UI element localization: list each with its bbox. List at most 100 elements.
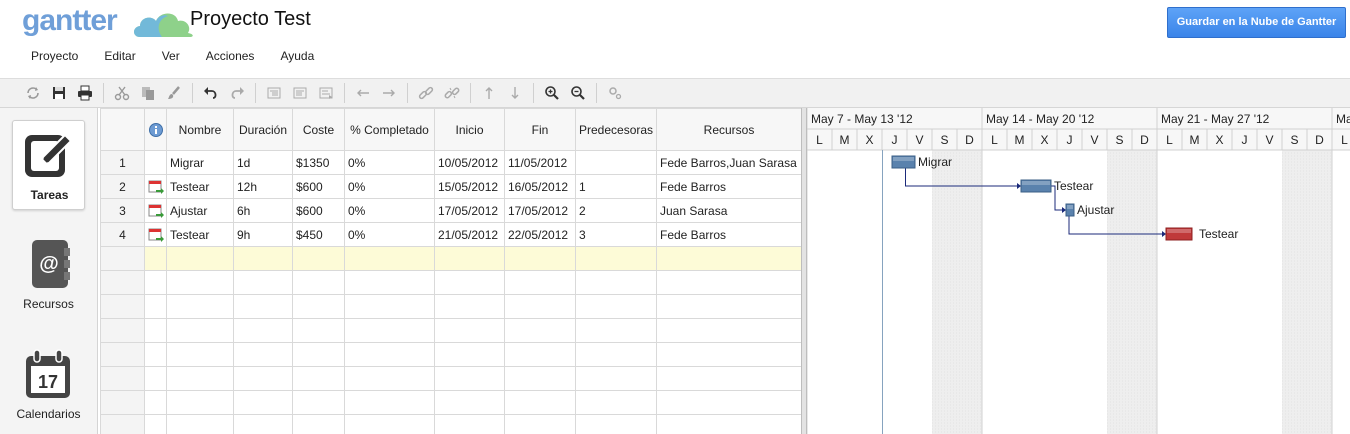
cell-fin[interactable]: 22/05/2012 [504, 222, 576, 247]
cell-completado[interactable]: 0% [344, 150, 435, 175]
header-inicio[interactable]: Inicio [434, 108, 505, 151]
header-info[interactable] [144, 108, 167, 151]
empty-cell[interactable] [504, 414, 576, 434]
cell-inicio[interactable]: 15/05/2012 [434, 174, 505, 199]
cell-completado[interactable]: 0% [344, 222, 435, 247]
header-completado[interactable]: % Completado [344, 108, 435, 151]
outdent-icon[interactable] [287, 82, 313, 104]
table-row[interactable]: 2 Testear 12h $600 0% 15/05/2012 16/05/2… [100, 174, 801, 199]
arrow-up-icon[interactable] [476, 82, 502, 104]
cell-duracion[interactable]: 6h [233, 198, 293, 223]
zoom-in-icon[interactable] [539, 82, 565, 104]
cell-duracion[interactable]: 12h [233, 174, 293, 199]
cell-recursos[interactable]: Fede Barros [656, 174, 801, 199]
paint-icon[interactable] [161, 82, 187, 104]
empty-cell[interactable] [144, 294, 167, 319]
cell-coste[interactable]: $600 [292, 174, 345, 199]
cell-inicio[interactable]: 21/05/2012 [434, 222, 505, 247]
empty-cell[interactable] [344, 366, 435, 391]
cell-fin[interactable]: 16/05/2012 [504, 174, 576, 199]
empty-cell[interactable] [656, 414, 801, 434]
empty-row[interactable] [100, 366, 801, 391]
empty-cell[interactable] [656, 342, 801, 367]
empty-cell[interactable] [166, 390, 234, 415]
empty-cell[interactable] [656, 366, 801, 391]
empty-row[interactable] [100, 270, 801, 295]
cell-predecesoras[interactable]: 1 [575, 174, 657, 199]
empty-cell[interactable] [434, 390, 505, 415]
empty-cell[interactable] [166, 342, 234, 367]
empty-cell[interactable] [292, 390, 345, 415]
cell-recursos[interactable]: Fede Barros,Juan Sarasa [656, 150, 801, 175]
empty-cell[interactable] [233, 390, 293, 415]
empty-cell[interactable] [575, 414, 657, 434]
save-to-cloud-button[interactable]: Guardar en la Nube de Gantter [1167, 7, 1346, 38]
refresh-icon[interactable] [20, 82, 46, 104]
empty-cell[interactable] [166, 294, 234, 319]
empty-cell[interactable] [144, 390, 167, 415]
project-title[interactable]: Proyecto Test [190, 8, 311, 31]
empty-cell[interactable] [144, 414, 167, 434]
empty-row[interactable] [100, 318, 801, 343]
empty-cell[interactable] [292, 270, 345, 295]
cell-predecesoras[interactable] [575, 150, 657, 175]
empty-cell[interactable] [434, 318, 505, 343]
cell-coste[interactable]: $450 [292, 222, 345, 247]
cell-inicio[interactable]: 10/05/2012 [434, 150, 505, 175]
empty-cell[interactable] [166, 366, 234, 391]
empty-cell[interactable] [233, 270, 293, 295]
empty-cell[interactable] [434, 414, 505, 434]
empty-cell[interactable] [166, 246, 234, 271]
empty-cell[interactable] [504, 318, 576, 343]
cell-duracion[interactable]: 1d [233, 150, 293, 175]
empty-cell[interactable] [434, 246, 505, 271]
empty-row[interactable] [100, 294, 801, 319]
empty-cell[interactable] [504, 270, 576, 295]
table-row[interactable]: 4 Testear 9h $450 0% 21/05/2012 22/05/20… [100, 222, 801, 247]
cell-fin[interactable]: 11/05/2012 [504, 150, 576, 175]
cell-fin[interactable]: 17/05/2012 [504, 198, 576, 223]
empty-cell[interactable] [434, 342, 505, 367]
header-coste[interactable]: Coste [292, 108, 345, 151]
empty-cell[interactable] [233, 342, 293, 367]
empty-cell[interactable] [575, 294, 657, 319]
empty-cell[interactable] [344, 270, 435, 295]
empty-cell[interactable] [575, 318, 657, 343]
empty-cell[interactable] [292, 318, 345, 343]
cell-nombre[interactable]: Migrar [166, 150, 234, 175]
arrow-right-icon[interactable] [376, 82, 402, 104]
cell-nombre[interactable]: Testear [166, 222, 234, 247]
cell-completado[interactable]: 0% [344, 174, 435, 199]
cell-duracion[interactable]: 9h [233, 222, 293, 247]
sidebar-item-tareas[interactable]: Tareas [12, 120, 85, 210]
redo-icon[interactable] [224, 82, 250, 104]
table-row[interactable]: 1 Migrar 1d $1350 0% 10/05/2012 11/05/20… [100, 150, 801, 175]
empty-cell[interactable] [166, 414, 234, 434]
empty-cell[interactable] [575, 342, 657, 367]
empty-cell[interactable] [292, 414, 345, 434]
empty-cell[interactable] [292, 342, 345, 367]
empty-cell[interactable] [504, 294, 576, 319]
empty-cell[interactable] [434, 294, 505, 319]
empty-cell[interactable] [166, 318, 234, 343]
cell-recursos[interactable]: Juan Sarasa [656, 198, 801, 223]
menu-ver[interactable]: Ver [149, 47, 193, 67]
cell-coste[interactable]: $1350 [292, 150, 345, 175]
empty-row[interactable] [100, 414, 801, 434]
header-recursos[interactable]: Recursos [656, 108, 801, 151]
cell-predecesoras[interactable]: 3 [575, 222, 657, 247]
empty-cell[interactable] [504, 390, 576, 415]
settings-icon[interactable] [602, 82, 628, 104]
empty-cell[interactable] [656, 270, 801, 295]
empty-cell[interactable] [144, 366, 167, 391]
empty-cell[interactable] [656, 390, 801, 415]
empty-cell[interactable] [344, 318, 435, 343]
new-task-row[interactable] [100, 246, 801, 271]
empty-cell[interactable] [292, 246, 345, 271]
empty-cell[interactable] [504, 246, 576, 271]
print-icon[interactable] [72, 82, 98, 104]
empty-cell[interactable] [434, 366, 505, 391]
empty-cell[interactable] [344, 294, 435, 319]
cell-predecesoras[interactable]: 2 [575, 198, 657, 223]
empty-cell[interactable] [656, 318, 801, 343]
